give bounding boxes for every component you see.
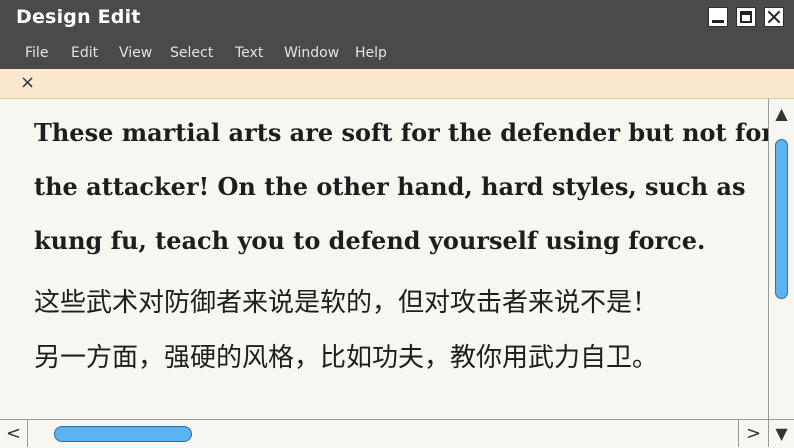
menu-bar: File Edit View Select Text Window Help — [0, 36, 794, 69]
minimize-button[interactable] — [708, 7, 728, 27]
menu-help[interactable]: Help — [355, 45, 387, 61]
menu-text[interactable]: Text — [235, 45, 263, 61]
scroll-up-icon[interactable]: ▲ — [769, 99, 794, 129]
english-line-1: These martial arts are soft for the defe… — [34, 118, 768, 147]
window-title: Design Edit — [16, 6, 141, 28]
english-line-3: kung fu, teach you to defend yourself us… — [34, 226, 706, 255]
menu-file[interactable]: File — [25, 45, 48, 61]
scroll-right-icon[interactable]: > — [738, 420, 768, 447]
chinese-line-1: 这些武术对防御者来说是软的，但对攻击者来说不是！ — [34, 288, 659, 318]
horizontal-scrollbar[interactable]: < > — [0, 419, 768, 447]
menu-view[interactable]: View — [119, 45, 152, 61]
maximize-button[interactable] — [736, 7, 756, 27]
close-tab-icon[interactable]: × — [20, 72, 35, 94]
tab-bar: × — [0, 69, 794, 99]
scroll-left-icon[interactable]: < — [0, 420, 28, 447]
english-line-2: the attacker! On the other hand, hard st… — [34, 172, 746, 201]
menu-select[interactable]: Select — [170, 45, 213, 61]
vertical-scroll-thumb[interactable] — [775, 139, 788, 299]
close-window-button[interactable] — [764, 7, 784, 27]
horizontal-scroll-thumb[interactable] — [54, 426, 192, 442]
menu-window[interactable]: Window — [284, 45, 339, 61]
document-area[interactable]: These martial arts are soft for the defe… — [0, 99, 768, 419]
chinese-line-2: 另一方面，强硬的风格，比如功夫，教你用武力自卫。 — [34, 343, 659, 373]
title-bar: Design Edit — [0, 0, 794, 36]
scroll-down-icon[interactable]: ▼ — [769, 419, 794, 447]
menu-edit[interactable]: Edit — [71, 45, 98, 61]
vertical-scrollbar[interactable]: ▲ ▼ — [768, 99, 794, 447]
